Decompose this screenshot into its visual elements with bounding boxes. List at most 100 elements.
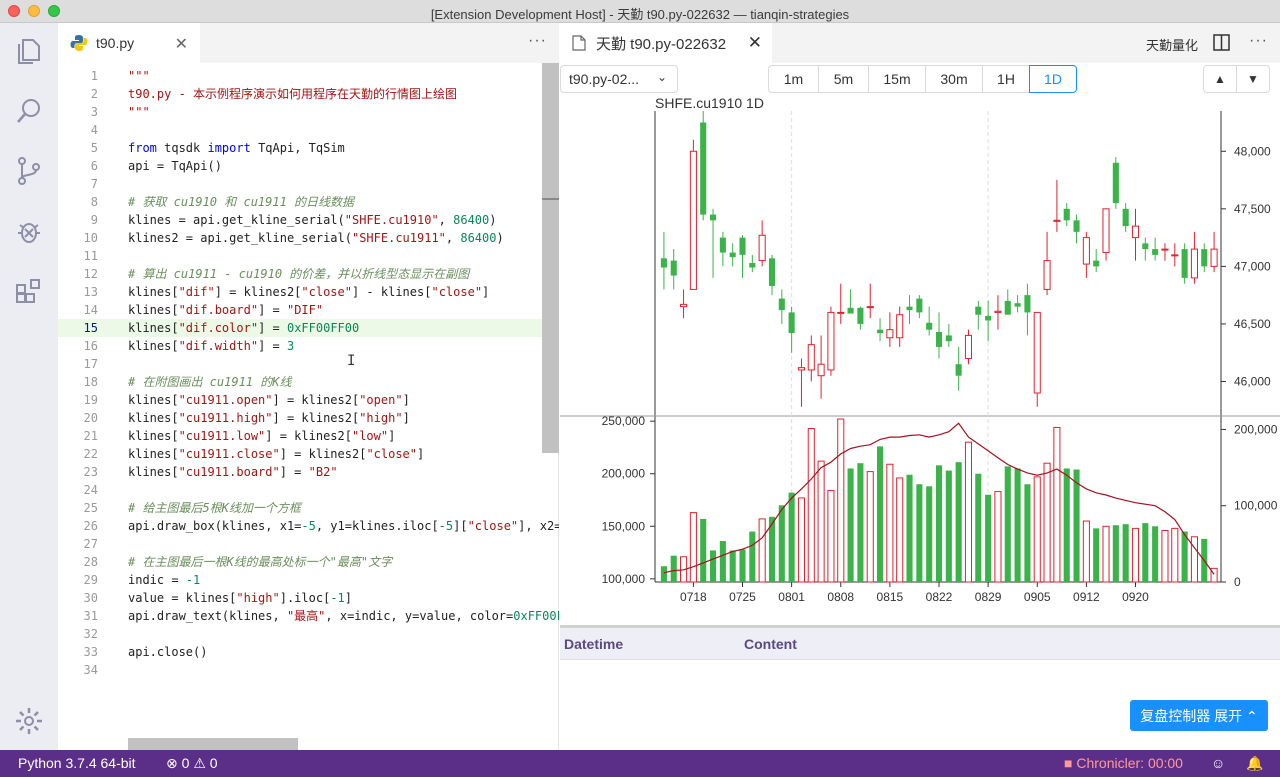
code-line[interactable]: 22 klines["cu1911.close"] = klines2["clos… [58,445,559,463]
period-button-1H[interactable]: 1H [982,65,1030,93]
more-actions-icon[interactable]: ··· [1249,32,1268,50]
source-control-icon[interactable] [13,155,45,187]
chart-pane: 天勤 t90.py-022632 ✕ 天勤量化 ··· t90.py-02...… [560,23,1280,750]
code-line[interactable]: 9 klines = api.get_kline_serial("SHFE.cu1… [58,211,559,229]
files-icon[interactable] [13,35,45,67]
period-button-15m[interactable]: 15m [868,65,926,93]
code-line[interactable]: 29 indic = -1 [58,571,559,589]
candle-body [768,258,776,286]
code-line[interactable]: 28 # 在主图最后一根K线的最高处标一个"最高"文字 [58,553,559,571]
chronicler-status[interactable]: ■ Chronicler: 00:00 [1064,755,1183,771]
candle-body [1122,208,1129,227]
extensions-icon[interactable] [13,275,45,307]
code-line[interactable]: 17 [58,355,559,373]
code-line[interactable]: 6 api = TqApi() [58,157,559,175]
code-line[interactable]: 24 [58,481,559,499]
editor-horizontal-scrollbar[interactable] [128,738,298,750]
code-line[interactable]: 23 klines["cu1911.board"] = "B2" [58,463,559,481]
chevron-down-icon[interactable]: ▼ [1236,65,1270,93]
code-line[interactable]: 11 [58,247,559,265]
code-editor[interactable]: 1 """ 2 t90.py - 本示例程序演示如何用程序在天勤的行情图上绘图 3 """… [58,63,559,750]
period-button-5m[interactable]: 5m [818,65,869,93]
volume-bar [827,490,835,583]
code-line[interactable]: 18 # 在附图画出 cu1911 的K线 [58,373,559,391]
line-number: 16 [83,339,98,353]
code-line[interactable]: 16 klines["dif.width"] = 3 [58,337,559,355]
settings-gear-icon[interactable] [13,705,45,737]
volume-bar [1142,523,1149,582]
code-line[interactable]: 15 klines["dif.color"] = 0xFF00FF00 [58,319,559,337]
line-number: 22 [83,447,98,461]
period-button-30m[interactable]: 30m [925,65,983,93]
code-line[interactable]: 34 [58,661,559,679]
search-icon[interactable] [13,95,45,127]
code-line[interactable]: 5 from tqsdk import TqApi, TqSim [58,139,559,157]
code-line[interactable]: 1 """ [58,67,559,85]
problems-indicator[interactable]: ⊗ 0 ⚠ 0 [166,755,218,772]
code-line[interactable]: 27 [58,535,559,553]
line-number: 21 [83,429,98,443]
code-line[interactable]: 20 klines["cu1911.high"] = klines2["high"… [58,409,559,427]
period-button-1m[interactable]: 1m [768,65,819,93]
debug-icon[interactable] [13,215,45,247]
code-line[interactable]: 30 value = klines["high"].iloc[-1] [58,589,559,607]
code-line[interactable]: 33 api.close() [58,643,559,661]
candle-body [896,314,904,339]
code-line[interactable]: 32 [58,625,559,643]
candle-body [817,363,825,377]
tab-t90-py[interactable]: t90.py ✕ [58,23,200,63]
code-line[interactable]: 7 [58,175,559,193]
feedback-smiley-icon[interactable]: ☺ [1211,755,1225,771]
tianqin-quant-label[interactable]: 天勤量化 [1146,35,1198,54]
line-number: 2 [90,87,98,101]
candle-body [1043,260,1051,290]
code-line[interactable]: 12 # 算出 cu1911 - cu1910 的价差，并以折线型态显示在副图 [58,265,559,283]
volume-bar [886,463,894,583]
candle-body [807,344,815,371]
volume-bar [945,470,952,582]
ma-tick-label: 200,000 [1234,422,1278,436]
line-text: indic = -1 [128,573,201,587]
code-line[interactable]: 2 t90.py - 本示例程序演示如何用程序在天勤的行情图上绘图 [58,85,559,103]
close-icon[interactable]: ✕ [748,33,762,53]
python-interpreter[interactable]: Python 3.7.4 64-bit [18,755,136,771]
line-number: 12 [83,267,98,281]
code-line[interactable]: 31 api.draw_text(klines, "最高", x=indic, y… [58,607,559,625]
split-editor-icon[interactable] [1213,34,1230,51]
notifications-bell-icon[interactable]: 🔔 [1246,755,1263,772]
line-number: 30 [83,591,98,605]
price-tick-label: 47,500 [1234,202,1271,216]
candle-body [1053,219,1061,222]
volume-bar [985,494,992,582]
line-number: 14 [83,303,98,317]
symbol-select[interactable]: t90.py-02... ⌄ [560,65,678,93]
code-line[interactable]: 3 """ [58,103,559,121]
chevron-up-icon[interactable]: ▲ [1203,65,1237,93]
code-line[interactable]: 14 klines["dif.board"] = "DIF" [58,301,559,319]
code-line[interactable]: 21 klines["cu1911.low"] = klines2["low"] [58,427,559,445]
period-button-1D[interactable]: 1D [1029,65,1077,93]
candle-body [758,234,766,262]
tab-tianqin-chart[interactable]: 天勤 t90.py-022632 ✕ [560,23,772,63]
line-number: 13 [83,285,98,299]
candle-body [1004,300,1011,315]
code-line[interactable]: 13 klines["dif"] = klines2["close"] - kli… [58,283,559,301]
price-tick-label: 48,000 [1234,144,1271,158]
candle-body [1201,249,1208,267]
volume-bar [788,492,795,582]
candle-body [916,298,923,313]
code-line[interactable]: 19 klines["cu1911.open"] = klines2["open"… [58,391,559,409]
editor-vertical-scrollbar[interactable] [542,63,559,750]
more-actions-icon[interactable]: ··· [528,32,547,50]
code-line[interactable]: 25 # 给主图最后5根K线加一个方框 [58,499,559,517]
volume-bar [1053,426,1061,583]
code-line[interactable]: 26 api.draw_box(klines, x1=-5, y1=klines.… [58,517,559,535]
kline-chart[interactable]: SHFE.cu1910 1D 48,000 47,500 47,000 46,500 4… [560,95,1280,625]
code-line[interactable]: 10 klines2 = api.get_kline_serial("SHFE.c… [58,229,559,247]
close-icon[interactable]: ✕ [175,34,188,54]
code-line[interactable]: 4 [58,121,559,139]
replay-controller-button[interactable]: 复盘控制器 展开 ⌃ [1130,700,1268,731]
scrollbar-thumb[interactable] [542,63,559,453]
code-line[interactable]: 8 # 获取 cu1910 和 cu1911 的日线数据 [58,193,559,211]
candle-body [1171,254,1179,257]
